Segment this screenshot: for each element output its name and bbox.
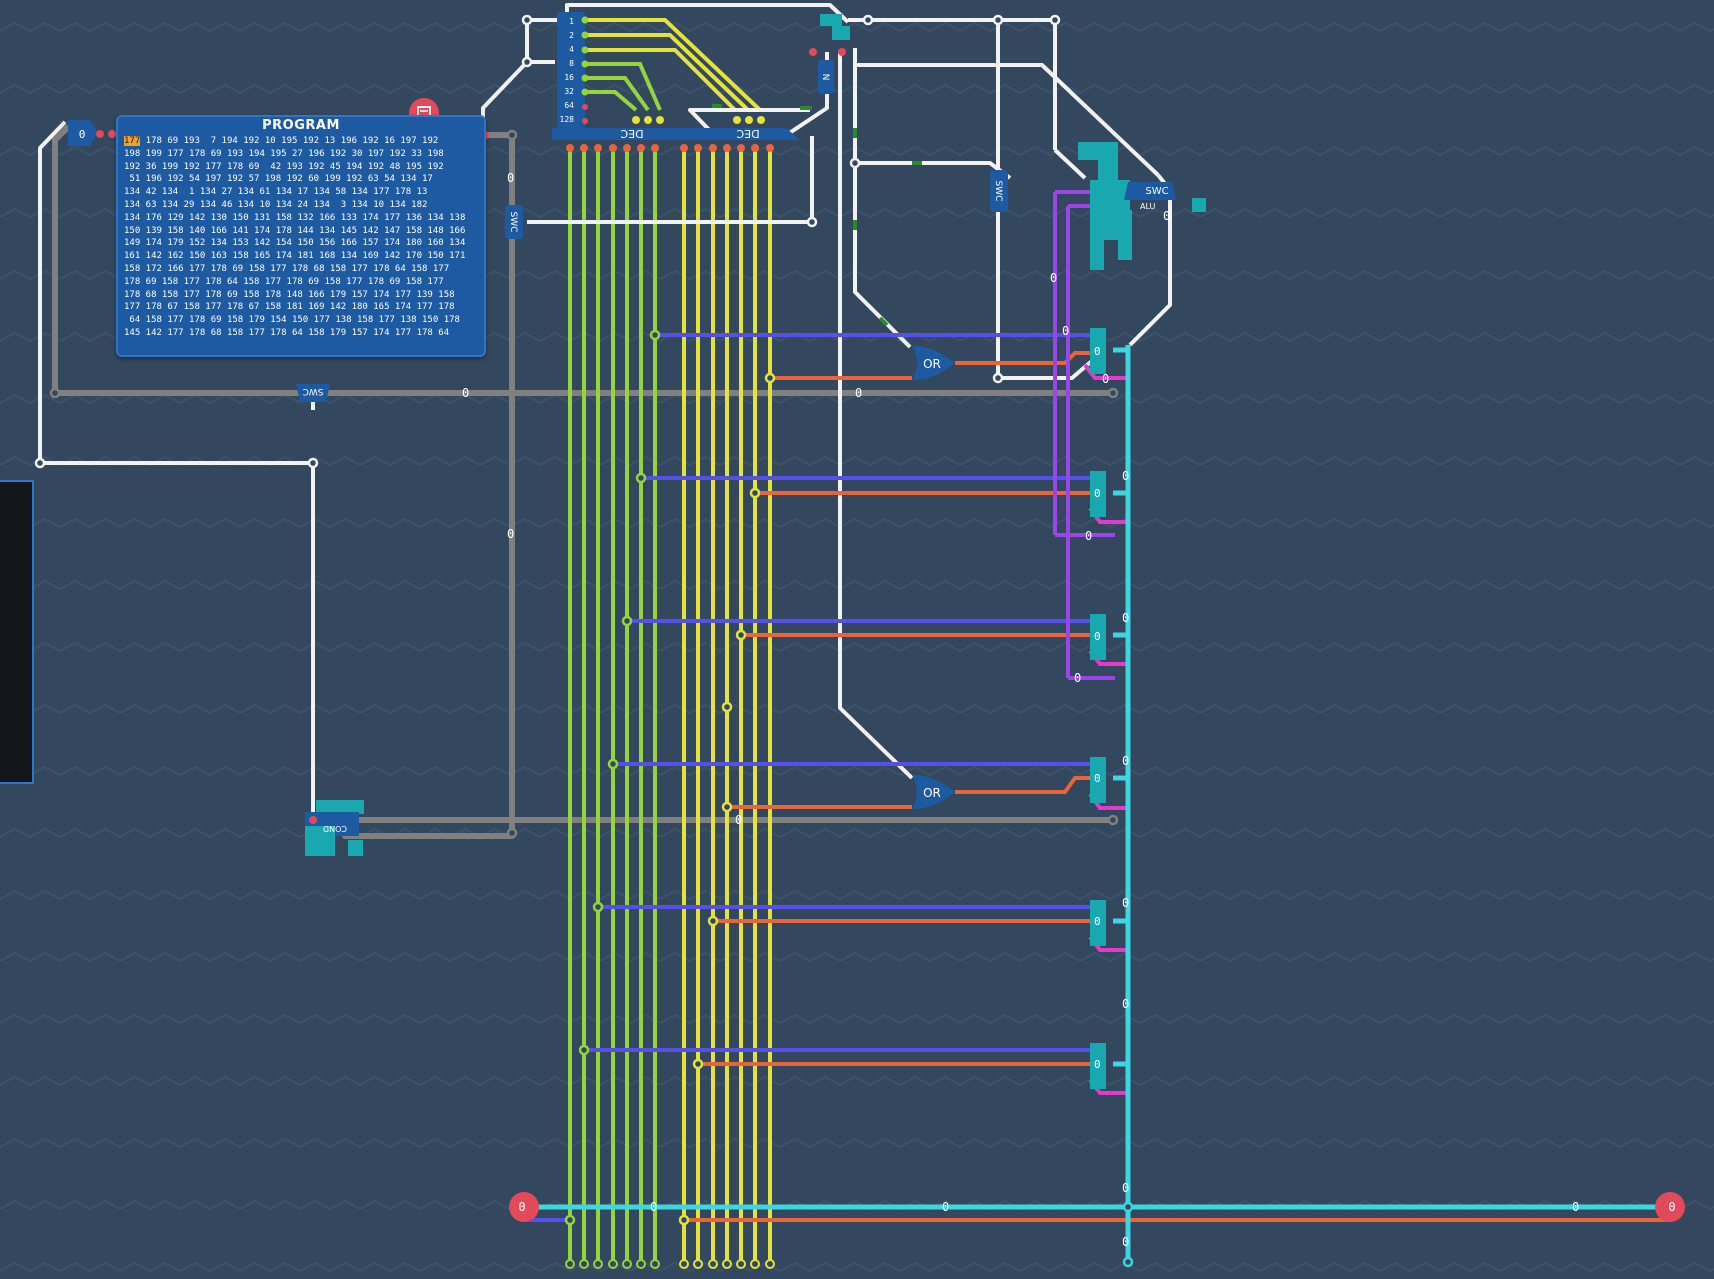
program-rows[interactable]: 177 178 69 193 7 194 192 10 195 192 13 1…: [124, 135, 480, 340]
program-row: 51 196 192 54 197 192 57 198 192 60 199 …: [124, 174, 433, 185]
value-label: 0: [1122, 997, 1129, 1011]
value-label: 0: [507, 171, 514, 185]
switch-label: SWC: [1145, 186, 1168, 197]
program-row: 177 178 67 158 177 178 67 158 181 169 14…: [124, 302, 455, 313]
register-value: 0: [1094, 772, 1101, 785]
program-row: 150 139 158 140 166 141 174 178 144 134 …: [124, 225, 466, 236]
switch-left[interactable]: SWC: [505, 205, 523, 239]
switch-label: SWC: [303, 386, 324, 396]
value-label: 0: [462, 386, 469, 400]
bit-label: 64: [564, 101, 574, 110]
value-label: 0: [1122, 896, 1129, 910]
program-row: 178 69 158 177 178 64 158 177 178 69 158…: [124, 276, 444, 287]
value-label: 0: [1122, 1235, 1129, 1249]
program-row: 64 158 177 178 69 158 179 154 150 177 13…: [124, 315, 460, 326]
program-memory[interactable]: PROGRAM 177 178 69 193 7 194 192 10 195 …: [116, 115, 486, 357]
switch-mid[interactable]: SWC: [990, 170, 1008, 212]
register-value: 0: [1094, 487, 1101, 500]
program-row: 178 68 158 177 178 69 158 178 148 166 17…: [124, 289, 455, 300]
register-value: 0: [1094, 630, 1101, 643]
program-cursor: 177: [124, 136, 141, 146]
value-label: 0: [1085, 529, 1092, 543]
pin-value: 0: [1668, 1200, 1675, 1214]
switch-alu[interactable]: SWC: [1124, 182, 1176, 200]
program-row: 134 42 134 1 134 27 134 61 134 17 134 58…: [124, 187, 428, 198]
value-label: 0: [1122, 754, 1129, 768]
bit-label: 1: [569, 17, 574, 26]
left-side-panel[interactable]: [0, 480, 34, 784]
value-label: 0: [650, 1200, 657, 1214]
value-label: 0: [1050, 271, 1057, 285]
bit-label: 4: [569, 45, 574, 54]
pin-value: 0: [518, 1200, 525, 1214]
register-value: 0: [1094, 1058, 1101, 1071]
gate-label: OR: [923, 786, 941, 800]
pin-value: 0: [79, 128, 86, 141]
green-bus[interactable]: [568, 148, 657, 1262]
value-label: 0: [1572, 1200, 1579, 1214]
value-label: 0: [1122, 1181, 1129, 1195]
bit-input-selector[interactable]: 1 2 4 8 16 32 64 128: [557, 12, 589, 128]
value-label: 0: [1163, 209, 1170, 223]
value-label: 0: [1122, 469, 1129, 483]
bit-label: 128: [560, 115, 575, 124]
switch-bottom[interactable]: SWC: [296, 384, 330, 402]
program-row: 149 174 179 152 134 153 142 154 150 156 …: [124, 238, 466, 249]
program-row: 198 199 177 178 69 193 194 195 27 196 19…: [124, 148, 444, 159]
value-label: 0: [507, 527, 514, 541]
program-row: 134 176 129 142 130 150 131 158 132 166 …: [124, 212, 466, 223]
program-row: 192 36 199 192 177 178 69 42 193 192 45 …: [124, 161, 444, 172]
input-pin-bottom-left[interactable]: 0: [509, 1192, 539, 1222]
decoder-label: DEC: [620, 127, 643, 140]
value-label: 0: [1102, 372, 1109, 386]
switch-label: SWC: [508, 212, 518, 233]
register-value: 0: [1094, 915, 1101, 928]
program-row: 145 142 177 178 68 158 177 178 64 158 17…: [124, 327, 450, 338]
program-row: 177 178 69 193 7 194 192 10 195 192 13 1…: [124, 136, 439, 146]
svg-text:N: N: [820, 74, 830, 81]
bit-label: 16: [564, 73, 574, 82]
register-value: 0: [1094, 345, 1101, 358]
bit-label: 8: [569, 59, 574, 68]
program-row: 161 142 162 150 163 158 165 174 181 168 …: [124, 251, 466, 262]
program-row: 134 63 134 29 134 46 134 10 134 24 134 3…: [124, 199, 428, 210]
value-label: 0: [735, 813, 742, 827]
switch-label: SWC: [993, 181, 1003, 202]
decoder-label: DEC: [736, 127, 759, 140]
program-row: 158 172 166 177 178 69 158 177 178 68 15…: [124, 263, 450, 274]
output-pin-bottom-right[interactable]: 0: [1655, 1192, 1685, 1222]
value-label: 0: [1122, 611, 1129, 625]
value-label: 0: [1062, 324, 1069, 338]
value-label: 0: [942, 1200, 949, 1214]
program-title: PROGRAM: [262, 118, 340, 133]
bit-label: 2: [569, 31, 574, 40]
value-label: 0: [855, 386, 862, 400]
value-label: 0: [1074, 671, 1081, 685]
alu-label: ALU: [1140, 202, 1156, 211]
bit-label: 32: [564, 87, 574, 96]
cond-label: COND: [323, 824, 347, 833]
gate-label: OR: [923, 357, 941, 371]
